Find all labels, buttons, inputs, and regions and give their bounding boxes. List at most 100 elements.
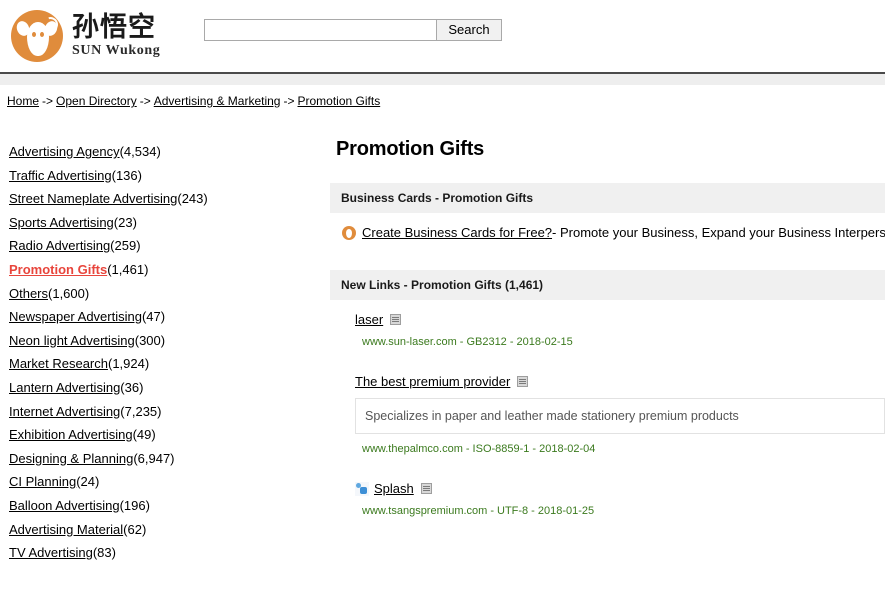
sidebar-link[interactable]: Neon light Advertising xyxy=(9,333,135,348)
sidebar-item-tv-advertising[interactable]: TV Advertising(83) xyxy=(9,545,330,560)
header-grey-band xyxy=(0,74,885,86)
sidebar-count: (7,235) xyxy=(120,404,161,419)
sidebar-link[interactable]: Street Nameplate Advertising xyxy=(9,191,177,206)
breadcrumb-separator: -> xyxy=(283,94,294,108)
sidebar-item-balloon-advertising[interactable]: Balloon Advertising(196) xyxy=(9,498,330,513)
search-button[interactable]: Search xyxy=(436,19,501,41)
sidebar-item-others[interactable]: Others(1,600) xyxy=(9,286,330,301)
listing-description: Specializes in paper and leather made st… xyxy=(355,398,885,434)
business-cards-promo-row[interactable]: Create Business Cards for Free? - Promot… xyxy=(330,225,885,240)
create-business-cards-link[interactable]: Create Business Cards for Free? xyxy=(362,225,552,240)
sidebar-link[interactable]: Lantern Advertising xyxy=(9,380,120,395)
sidebar-count: (36) xyxy=(120,380,143,395)
page-title: Promotion Gifts xyxy=(336,138,885,161)
sidebar-count: (47) xyxy=(142,309,165,324)
sidebar-link[interactable]: Internet Advertising xyxy=(9,404,120,419)
listing-meta: www.tsangspremium.com-UTF-8-2018-01-25 xyxy=(355,505,885,517)
sidebar-item-neon-light-advertising[interactable]: Neon light Advertising(300) xyxy=(9,333,330,348)
sidebar-link[interactable]: Advertising Material xyxy=(9,522,123,537)
sidebar-link[interactable]: Radio Advertising xyxy=(9,238,110,253)
list-item: The best premium provider Specializes in… xyxy=(330,374,885,455)
main-content: Promotion Gifts Business Cards - Promoti… xyxy=(330,108,885,543)
brand-logo[interactable]: 孙悟空 SUN Wukong xyxy=(11,10,160,62)
sidebar-item-newspaper-advertising[interactable]: Newspaper Advertising(47) xyxy=(9,309,330,324)
list-item: Splash www.tsangspremium.com-UTF-8-2018-… xyxy=(330,481,885,517)
listing-title-row[interactable]: The best premium provider xyxy=(355,374,885,389)
comment-icon[interactable] xyxy=(517,376,528,387)
listing-title-link[interactable]: Splash xyxy=(374,481,414,496)
listing-url: www.tsangspremium.com xyxy=(362,505,487,517)
sidebar-count: (4,534) xyxy=(120,144,161,159)
breadcrumb-item-promotion-gifts[interactable]: Promotion Gifts xyxy=(298,94,381,108)
sidebar-item-advertising-agency[interactable]: Advertising Agency(4,534) xyxy=(9,144,330,159)
sidebar-item-market-research[interactable]: Market Research(1,924) xyxy=(9,356,330,371)
breadcrumb-item-open-directory[interactable]: Open Directory xyxy=(56,94,137,108)
sidebar-link[interactable]: Traffic Advertising xyxy=(9,168,112,183)
sidebar-item-internet-advertising[interactable]: Internet Advertising(7,235) xyxy=(9,404,330,419)
category-sidebar: Advertising Agency(4,534) Traffic Advert… xyxy=(0,108,330,569)
sidebar-link[interactable]: Designing & Planning xyxy=(9,451,133,466)
sidebar-item-lantern-advertising[interactable]: Lantern Advertising(36) xyxy=(9,380,330,395)
sidebar-count: (6,947) xyxy=(133,451,174,466)
sidebar-link[interactable]: Exhibition Advertising xyxy=(9,427,133,442)
sidebar-item-promotion-gifts[interactable]: Promotion Gifts(1,461) xyxy=(9,262,330,277)
brand-name-en: SUN Wukong xyxy=(72,44,160,58)
sidebar-count: (24) xyxy=(76,474,99,489)
listing-title-row[interactable]: laser xyxy=(355,312,885,327)
sidebar-item-sports-advertising[interactable]: Sports Advertising(23) xyxy=(9,215,330,230)
blue-gear-favicon-icon xyxy=(355,482,369,496)
sidebar-item-advertising-material[interactable]: Advertising Material(62) xyxy=(9,522,330,537)
listing-url: www.thepalmco.com xyxy=(362,443,463,455)
breadcrumb-item-home[interactable]: Home xyxy=(7,94,39,108)
sidebar-count: (196) xyxy=(120,498,150,513)
sidebar-count: (83) xyxy=(93,545,116,560)
business-cards-section-heading: Business Cards - Promotion Gifts xyxy=(330,183,885,213)
sidebar-link[interactable]: Advertising Agency xyxy=(9,144,120,159)
sidebar-item-designing-planning[interactable]: Designing & Planning(6,947) xyxy=(9,451,330,466)
brand-wordmark: 孙悟空 SUN Wukong xyxy=(72,14,160,58)
listing-charset: GB2312 xyxy=(466,336,506,348)
sidebar-link-active[interactable]: Promotion Gifts xyxy=(9,262,107,277)
sidebar-link[interactable]: Newspaper Advertising xyxy=(9,309,142,324)
sidebar-item-exhibition-advertising[interactable]: Exhibition Advertising(49) xyxy=(9,427,330,442)
sidebar-count: (1,924) xyxy=(108,356,149,371)
sidebar-count: (136) xyxy=(112,168,142,183)
business-cards-promo-text: - Promote your Business, Expand your Bus… xyxy=(552,225,885,240)
search-input[interactable] xyxy=(204,19,436,41)
sidebar-item-street-nameplate-advertising[interactable]: Street Nameplate Advertising(243) xyxy=(9,191,330,206)
listing-charset: ISO-8859-1 xyxy=(473,443,530,455)
listing-date: 2018-02-04 xyxy=(539,443,595,455)
listing-date: 2018-02-15 xyxy=(516,336,572,348)
business-cards-section-body: Create Business Cards for Free? - Promot… xyxy=(330,213,885,240)
sidebar-count: (1,600) xyxy=(48,286,89,301)
sidebar-link[interactable]: Market Research xyxy=(9,356,108,371)
search-form[interactable]: Search xyxy=(204,19,501,41)
listing-title-link[interactable]: laser xyxy=(355,312,383,327)
listing-charset: UTF-8 xyxy=(497,505,528,517)
sidebar-count: (243) xyxy=(177,191,207,206)
list-item: laser www.sun-laser.com-GB2312-2018-02-1… xyxy=(330,312,885,348)
sidebar-link[interactable]: Balloon Advertising xyxy=(9,498,120,513)
sidebar-count: (259) xyxy=(110,238,140,253)
breadcrumb-separator: -> xyxy=(140,94,151,108)
listing-url: www.sun-laser.com xyxy=(362,336,457,348)
listing-meta: www.thepalmco.com-ISO-8859-1-2018-02-04 xyxy=(355,443,885,455)
breadcrumb-item-advertising-marketing[interactable]: Advertising & Marketing xyxy=(154,94,281,108)
sidebar-link[interactable]: Others xyxy=(9,286,48,301)
comment-icon[interactable] xyxy=(390,314,401,325)
sidebar-count: (300) xyxy=(135,333,165,348)
comment-icon[interactable] xyxy=(421,483,432,494)
listing-title-link[interactable]: The best premium provider xyxy=(355,374,510,389)
sidebar-item-radio-advertising[interactable]: Radio Advertising(259) xyxy=(9,238,330,253)
sidebar-item-traffic-advertising[interactable]: Traffic Advertising(136) xyxy=(9,168,330,183)
monkey-favicon-icon xyxy=(342,226,356,240)
listing-title-row[interactable]: Splash xyxy=(355,481,885,496)
meta-separator: - xyxy=(466,443,470,455)
monkey-face-logo-icon xyxy=(11,10,63,62)
meta-separator: - xyxy=(532,443,536,455)
sidebar-count: (62) xyxy=(123,522,146,537)
sidebar-item-ci-planning[interactable]: CI Planning(24) xyxy=(9,474,330,489)
sidebar-link[interactable]: TV Advertising xyxy=(9,545,93,560)
sidebar-link[interactable]: CI Planning xyxy=(9,474,76,489)
sidebar-link[interactable]: Sports Advertising xyxy=(9,215,114,230)
